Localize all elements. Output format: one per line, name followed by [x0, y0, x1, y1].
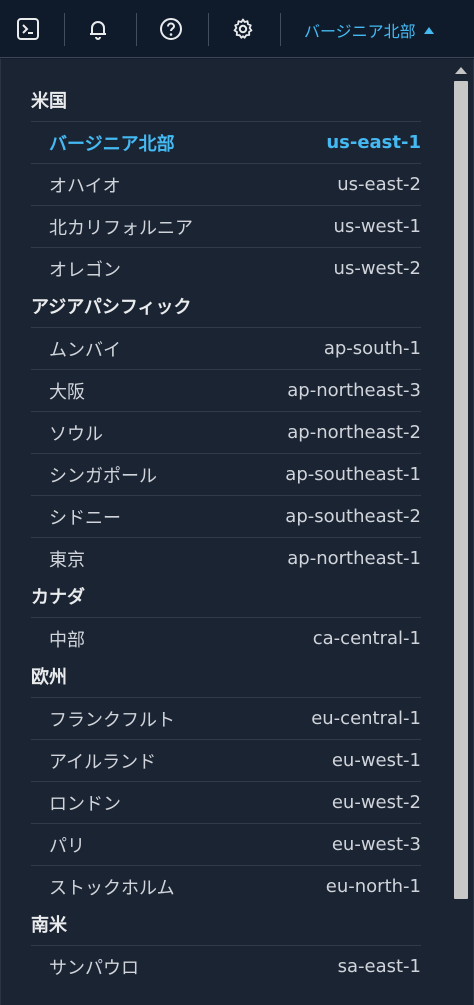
region-option[interactable]: 北カリフォルニア us-west-1 — [31, 205, 421, 247]
region-code: ap-south-1 — [323, 338, 421, 359]
region-group-title: アジアパシフィック — [31, 297, 192, 318]
region-code: eu-central-1 — [311, 708, 421, 729]
region-group-title: カナダ — [31, 587, 85, 608]
region-option[interactable]: 大阪 ap-northeast-3 — [31, 369, 421, 411]
region-selector-button[interactable]: バージニア北部 — [304, 18, 434, 42]
region-option[interactable]: 東京 ap-northeast-1 — [31, 537, 421, 579]
caret-up-icon — [423, 26, 434, 34]
region-name: オレゴン — [49, 259, 121, 281]
region-name: 北カリフォルニア — [49, 217, 193, 239]
region-code: ap-northeast-1 — [287, 548, 421, 569]
separator — [136, 13, 137, 46]
region-option[interactable]: オハイオ us-east-2 — [31, 163, 421, 205]
region-code: us-east-1 — [326, 132, 421, 153]
scroll-up-arrow-icon[interactable] — [455, 67, 467, 74]
region-name: ムンバイ — [49, 339, 121, 361]
region-code: ap-northeast-2 — [287, 422, 421, 443]
region-code: ca-central-1 — [312, 628, 421, 649]
region-code: us-west-1 — [333, 216, 421, 237]
separator — [64, 13, 65, 46]
region-code: us-east-2 — [337, 174, 421, 195]
region-option[interactable]: ソウル ap-northeast-2 — [31, 411, 421, 453]
region-code: eu-west-3 — [331, 834, 421, 855]
region-code: eu-north-1 — [325, 876, 421, 897]
bell-icon[interactable] — [84, 15, 112, 43]
region-name: サンパウロ — [49, 957, 139, 979]
region-code: ap-southeast-1 — [285, 464, 421, 485]
region-name: ソウル — [49, 423, 103, 445]
region-name: ロンドン — [49, 793, 121, 815]
region-group-title: 米国 — [31, 91, 67, 112]
help-icon[interactable] — [157, 15, 185, 43]
region-option[interactable]: フランクフルト eu-central-1 — [31, 697, 421, 739]
region-name: ストックホルム — [49, 877, 175, 899]
region-code: ap-northeast-3 — [287, 380, 421, 401]
region-code: eu-west-1 — [331, 750, 421, 771]
region-selector-label: バージニア北部 — [304, 22, 416, 41]
separator — [208, 13, 209, 46]
region-name: アイルランド — [49, 751, 157, 773]
region-name: 大阪 — [49, 381, 85, 403]
region-group-title: 欧州 — [31, 667, 67, 688]
region-option[interactable]: 中部 ca-central-1 — [31, 617, 421, 659]
region-name: フランクフルト — [49, 709, 175, 731]
region-list: 米国バージニア北部 us-east-1 オハイオ us-east-2 北カリフォルニア u… — [31, 83, 421, 987]
region-name: シドニー — [49, 507, 121, 529]
region-option[interactable]: ムンバイ ap-south-1 — [31, 327, 421, 369]
separator — [280, 13, 281, 46]
gear-icon[interactable] — [229, 15, 257, 43]
region-code: ap-southeast-2 — [285, 506, 421, 527]
region-option[interactable]: オレゴン us-west-2 — [31, 247, 421, 289]
region-name: シンガポール — [49, 465, 157, 487]
region-code: us-west-2 — [333, 258, 421, 279]
region-option[interactable]: シンガポール ap-southeast-1 — [31, 453, 421, 495]
region-option[interactable]: バージニア北部 us-east-1 — [31, 121, 421, 163]
region-code: eu-west-2 — [331, 792, 421, 813]
region-name: パリ — [49, 835, 85, 857]
region-code: sa-east-1 — [337, 956, 421, 977]
region-name: バージニア北部 — [49, 133, 175, 155]
region-option[interactable]: ロンドン eu-west-2 — [31, 781, 421, 823]
region-option[interactable]: シドニー ap-southeast-2 — [31, 495, 421, 537]
region-name: 東京 — [49, 549, 85, 571]
region-name: 中部 — [49, 629, 85, 651]
scrollbar-thumb[interactable] — [454, 81, 468, 899]
region-group-title: 南米 — [31, 915, 67, 936]
region-option[interactable]: サンパウロ sa-east-1 — [31, 945, 421, 987]
region-option[interactable]: アイルランド eu-west-1 — [31, 739, 421, 781]
region-option[interactable]: ストックホルム eu-north-1 — [31, 865, 421, 907]
region-dropdown: 米国バージニア北部 us-east-1 オハイオ us-east-2 北カリフォルニア u… — [0, 59, 474, 1005]
scrollbar[interactable] — [449, 61, 473, 1001]
cloudshell-icon[interactable] — [14, 15, 42, 43]
region-option[interactable]: パリ eu-west-3 — [31, 823, 421, 865]
top-navigation-bar: バージニア北部 — [0, 0, 474, 58]
region-name: オハイオ — [49, 175, 121, 197]
